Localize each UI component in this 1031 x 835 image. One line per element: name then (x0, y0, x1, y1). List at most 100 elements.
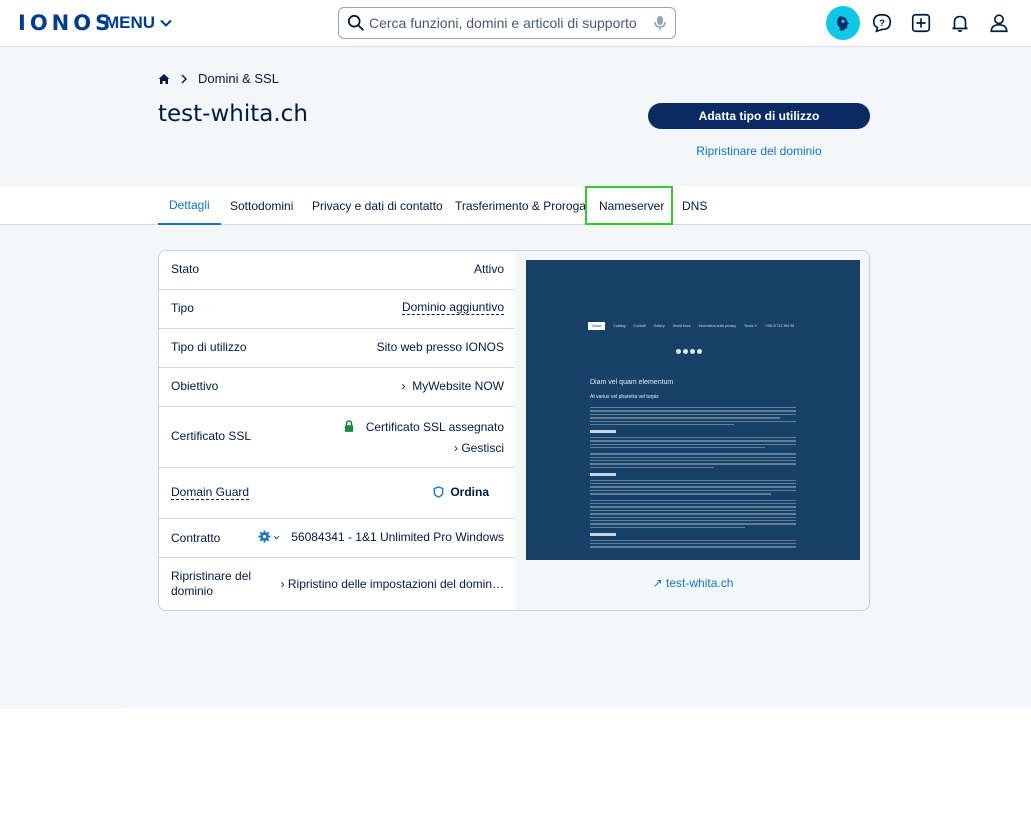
ssl-manage-label: Gestisci (461, 441, 504, 455)
tab-privacy[interactable]: Privacy e dati di contatto (312, 186, 443, 225)
row-domain-guard: Domain Guard Ordina (159, 468, 515, 519)
tab-bar: Dettagli Sottodomini Privacy e dati di c… (0, 186, 1031, 225)
social-icon (690, 349, 695, 354)
preview-section-title (590, 533, 616, 536)
chevron-down-icon (160, 19, 172, 27)
ssl-status: Certificato SSL assegnato (344, 420, 504, 434)
help-chat-button[interactable]: ? (866, 7, 898, 39)
tab-nameserver[interactable]: Nameserver (585, 186, 673, 225)
row-status: Stato Attivo (159, 251, 515, 290)
tab-dns[interactable]: DNS (682, 186, 707, 225)
preview-nav-item: Gallery (653, 324, 665, 328)
preview-nav: Home Catalog Contatti Gallery Guest book… (588, 322, 794, 330)
menu-button[interactable]: MENU (105, 13, 173, 33)
menu-label: MENU (105, 13, 156, 32)
goal-label: Obiettivo (171, 379, 219, 393)
assistant-icon (837, 16, 849, 31)
preview-section-title (590, 430, 616, 433)
domain-guard-label[interactable]: Domain Guard (171, 485, 250, 500)
contract-value: 56084341 - 1&1 Unlimited Pro Windows (291, 530, 504, 544)
status-label: Stato (171, 262, 200, 276)
row-contract: Contratto 56084341 - 1&1 Unlimited Pro W… (159, 519, 515, 558)
tab-subdomains[interactable]: Sottodomini (230, 186, 293, 225)
microphone-icon[interactable] (653, 15, 667, 31)
ssl-label: Certificato SSL (171, 429, 252, 443)
chevron-right-icon: › (401, 379, 413, 393)
ionos-logo[interactable]: IONOS (18, 11, 114, 35)
row-usage: Tipo di utilizzo Sito web presso IONOS (159, 329, 515, 368)
type-value[interactable]: Dominio aggiuntivo (401, 300, 504, 315)
external-arrow-icon: ↗ (652, 576, 663, 590)
visit-site-label: test-whita.ch (666, 576, 734, 590)
row-ssl: Certificato SSL Certificato SSL assegnat… (159, 407, 515, 468)
content-edge (0, 708, 125, 709)
breadcrumb: Domini & SSL (158, 71, 279, 86)
preview-nav-item: +351/9 712 365 98 (764, 324, 795, 328)
chevron-down-icon (273, 535, 280, 540)
add-button[interactable] (905, 7, 937, 39)
domain-guard-order-button[interactable]: Ordina (433, 485, 489, 499)
website-preview[interactable]: Home Catalog Contatti Gallery Guest book… (526, 260, 860, 560)
domain-details-card: Stato Attivo Tipo Dominio aggiuntivo Tip… (158, 250, 870, 611)
preview-nav-home: Home (588, 322, 606, 330)
top-header: IONOS MENU ? (0, 0, 1031, 47)
tab-transfer[interactable]: Trasferimento & Proroga (455, 186, 586, 225)
lock-icon (344, 420, 353, 432)
notifications-button[interactable] (944, 7, 976, 39)
svg-text:?: ? (879, 18, 885, 28)
restore-value: Ripristino delle impostazioni del domin… (287, 577, 504, 591)
ssl-value: Certificato SSL assegnato (365, 420, 504, 434)
search-input[interactable] (369, 15, 653, 31)
contract-label: Contratto (171, 531, 221, 545)
preview-subheading: At varius vel pharetra vel turpis (590, 394, 659, 400)
plus-square-icon (911, 13, 931, 33)
user-icon (990, 14, 1008, 33)
shield-icon (433, 486, 444, 498)
contract-settings-button[interactable] (258, 530, 291, 544)
ssl-manage-link[interactable]: › Gestisci (454, 441, 504, 455)
row-restore: Ripristinare del dominio › Ripristino de… (159, 558, 515, 610)
preview-nav-item: Catalog (613, 324, 626, 328)
restore-settings-link[interactable]: › Ripristino delle impostazioni del domi… (281, 577, 504, 591)
adjust-usage-button[interactable]: Adatta tipo di utilizzo (648, 103, 870, 129)
social-icon (676, 349, 681, 354)
assistant-avatar[interactable] (826, 6, 860, 40)
row-type: Tipo Dominio aggiuntivo (159, 290, 515, 329)
page-header-area (0, 47, 1031, 186)
home-icon[interactable] (158, 73, 170, 85)
account-button[interactable] (983, 7, 1015, 39)
details-list: Stato Attivo Tipo Dominio aggiuntivo Tip… (159, 251, 515, 610)
domain-guard-action: Ordina (450, 485, 489, 499)
preview-nav-item: Terms X (744, 324, 757, 328)
visit-site-link[interactable]: ↗ test-whita.ch (526, 576, 860, 590)
goal-value: MyWebsite NOW (412, 379, 504, 393)
row-goal: Obiettivo › MyWebsite NOW (159, 368, 515, 407)
usage-value: Sito web presso IONOS (376, 340, 504, 354)
bell-icon (952, 15, 968, 33)
preview-social-icons (676, 349, 702, 354)
preview-nav-item: Guest book (672, 324, 691, 328)
preview-body-text (590, 407, 796, 550)
breadcrumb-domains[interactable]: Domini & SSL (198, 71, 279, 86)
chevron-right-icon: › (280, 577, 288, 591)
contract-value-group: 56084341 - 1&1 Unlimited Pro Windows (258, 530, 504, 544)
status-value: Attivo (473, 262, 504, 276)
gear-icon (258, 530, 271, 543)
preview-section-title (590, 473, 616, 476)
usage-label: Tipo di utilizzo (171, 340, 247, 354)
restore-label: Ripristinare del dominio (171, 569, 252, 598)
restore-domain-link[interactable]: Ripristinare del dominio (648, 144, 870, 158)
search-icon (347, 14, 364, 31)
page-title: test-whita.ch (158, 101, 308, 127)
type-label: Tipo (171, 301, 194, 315)
preview-heading: Diam vel quam elementum (590, 379, 674, 386)
preview-nav-item: Informativa sulla privacy (698, 324, 737, 328)
social-icon (683, 349, 688, 354)
search-bar (338, 7, 676, 39)
preview-nav-item: Contatti (633, 324, 646, 328)
goal-link[interactable]: › MyWebsite NOW (402, 379, 504, 393)
chevron-right-icon (181, 74, 187, 83)
chat-question-icon: ? (872, 13, 892, 33)
tab-details[interactable]: Dettagli (158, 186, 221, 225)
social-icon (697, 349, 702, 354)
